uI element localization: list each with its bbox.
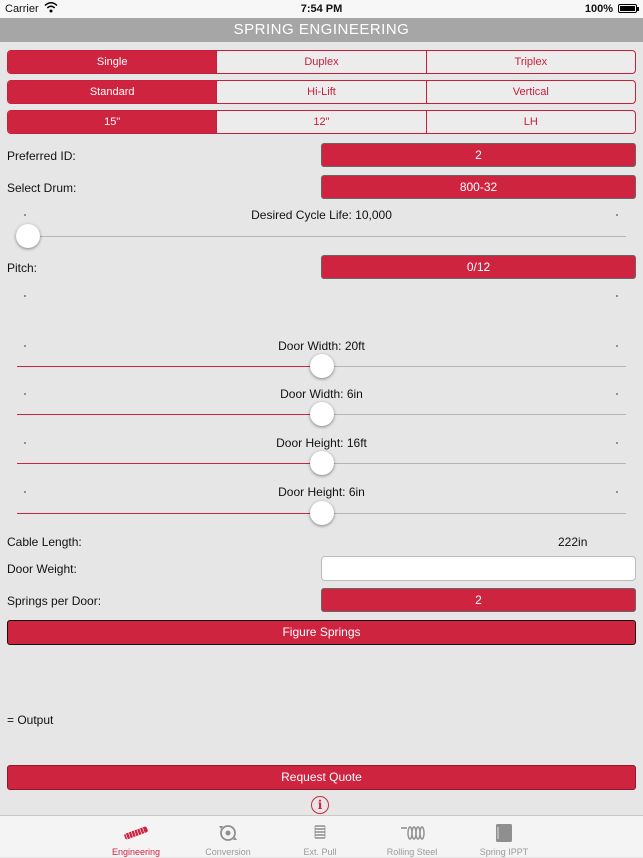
door-width-in-label: Door Width: 6in [280,387,363,401]
request-quote-button[interactable]: Request Quote [7,765,636,790]
clock: 7:54 PM [300,3,343,15]
status-bar: Carrier 7:54 PM 100% [0,0,643,18]
door-weight-input[interactable] [321,556,636,581]
tab-label: Spring IPPT [479,847,529,857]
cable-length-value: 222in [558,535,588,549]
lift-type-segmented-control: Standard Hi-Lift Vertical [7,80,636,104]
tab-engineering[interactable]: Engineering [90,816,182,858]
door-height-ft-fill [17,463,322,464]
door-height-in-slider-thumb[interactable] [309,501,334,525]
door-height-in-fill [17,513,322,514]
tab-ext-pull[interactable]: Ext. Pull [274,816,366,858]
preferred-id-label: Preferred ID: [7,149,76,163]
battery-icon [618,4,639,13]
door-width-ft-fill [17,366,322,367]
select-drum-label: Select Drum: [7,181,77,195]
tab-label: Rolling Steel [386,847,438,857]
output-legend: = Output [7,713,54,727]
segment-single[interactable]: Single [8,51,217,73]
door-width-ft-label: Door Width: 20ft [278,339,365,353]
door-width-ft-slider-thumb[interactable] [309,354,334,378]
segment-lh[interactable]: LH [425,111,635,133]
tab-label: Ext. Pull [303,847,337,857]
door-weight-label: Door Weight: [7,562,77,576]
spring-count-segmented-control: Single Duplex Triplex [7,50,636,74]
segment-hi-lift[interactable]: Hi-Lift [216,81,425,103]
tab-label: Conversion [205,847,251,857]
page-title: SPRING ENGINEERING [0,18,643,42]
segment-15-inch[interactable]: 15" [8,111,217,133]
rolling-steel-icon [366,823,458,843]
preferred-id-button[interactable]: 2 [321,143,636,167]
segment-12-inch[interactable]: 12" [216,111,425,133]
cable-length-label: Cable Length: [7,535,82,549]
door-height-ft-slider-thumb[interactable] [309,451,334,475]
door-height-ft-label: Door Height: 16ft [276,436,367,450]
pitch-button[interactable]: 0/12 [321,255,636,279]
figure-springs-button[interactable]: Figure Springs [7,620,636,645]
springs-per-door-label: Springs per Door: [7,594,102,608]
info-icon[interactable]: i [311,796,329,814]
cycle-life-track [17,236,626,237]
radius-segmented-control: 15" 12" LH [7,110,636,134]
extension-spring-icon [274,823,366,843]
cycle-life-label: Desired Cycle Life: 10,000 [251,208,392,222]
springs-per-door-button[interactable]: 2 [321,588,636,612]
segment-vertical[interactable]: Vertical [425,81,635,103]
slider-min-marker [24,295,26,297]
notebook-icon [458,823,550,843]
battery-percent: 100% [584,3,613,15]
tab-label: Engineering [111,847,161,857]
door-width-in-slider-thumb[interactable] [309,402,334,426]
cycle-life-slider-thumb[interactable] [16,224,40,248]
tab-rolling-steel[interactable]: Rolling Steel [366,816,458,858]
conversion-icon [182,823,274,843]
spring-icon [90,823,182,843]
select-drum-button[interactable]: 800-32 [321,175,636,199]
slider-max-marker [616,295,618,297]
pitch-label: Pitch: [7,261,38,275]
door-width-in-fill [17,414,322,415]
tab-spring-ippt[interactable]: Spring IPPT [458,816,550,858]
segment-duplex[interactable]: Duplex [216,51,425,73]
door-height-in-label: Door Height: 6in [278,485,365,499]
tab-conversion[interactable]: Conversion [182,816,274,858]
segment-triplex[interactable]: Triplex [425,51,635,73]
tab-bar: Engineering Conversion Ext. Pull Rolling… [0,815,643,857]
segment-standard[interactable]: Standard [8,81,217,103]
